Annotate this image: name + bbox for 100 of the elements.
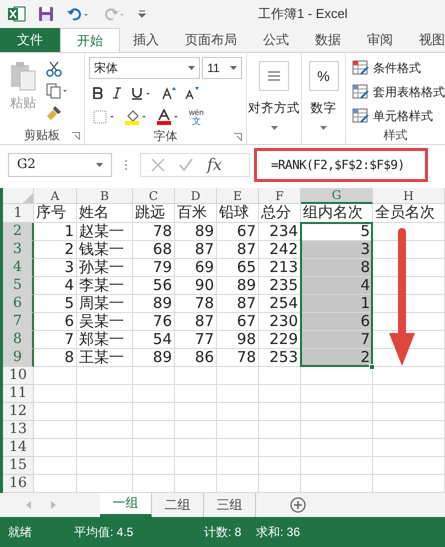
ribbon-tab[interactable]: 视图	[406, 28, 445, 52]
table-cell: 李某一	[77, 277, 133, 295]
cell-style-icon	[352, 108, 370, 124]
table-cell: 235	[259, 277, 301, 295]
table-cell: 总分	[259, 204, 301, 223]
table-cell: 1	[34, 223, 77, 241]
underline-icon[interactable]	[131, 86, 153, 100]
row-header[interactable]: 8	[3, 331, 34, 349]
row-header[interactable]: 12	[3, 403, 34, 421]
bold-icon[interactable]	[93, 87, 103, 99]
table-cell	[34, 421, 77, 439]
save-icon[interactable]	[38, 6, 54, 22]
table-cell	[34, 457, 77, 475]
style-menu-button[interactable]: 条件格式	[352, 58, 445, 78]
file-menu-button[interactable]: 文件	[0, 28, 60, 52]
font-color-icon[interactable]	[157, 109, 181, 125]
row-header[interactable]: 11	[3, 385, 34, 403]
row-header[interactable]: 10	[3, 367, 34, 385]
conditional-format-icon	[352, 60, 370, 76]
table-cell: 79	[133, 259, 175, 277]
table-cell	[373, 421, 445, 439]
row-header[interactable]: 3	[3, 241, 34, 259]
table-cell: 68	[133, 241, 175, 259]
sheet-tab[interactable]: 一组	[100, 492, 152, 517]
shrink-font-icon[interactable]	[185, 86, 199, 100]
number-format-button[interactable]: % 数字	[308, 61, 338, 130]
add-sheet-icon[interactable]	[290, 497, 306, 513]
table-cell	[217, 385, 259, 403]
undo-icon[interactable]	[66, 7, 90, 21]
grip-icon	[124, 159, 128, 171]
table-cell	[34, 439, 77, 457]
row-header[interactable]: 4	[3, 259, 34, 277]
table-cell	[133, 457, 175, 475]
table-cell: 孙某一	[77, 259, 133, 277]
name-box[interactable]: G2	[8, 153, 112, 177]
font-size-field[interactable]: 11	[202, 57, 242, 79]
ribbon-tab[interactable]: 开始	[60, 28, 120, 52]
table-cell: 1	[301, 295, 373, 313]
insert-function-button[interactable]: fx	[207, 153, 222, 177]
row-header[interactable]: 2	[3, 223, 34, 241]
ribbon-tab[interactable]: 数据	[302, 28, 354, 52]
table-cell: 7	[301, 331, 373, 349]
ribbon-tab[interactable]: 审阅	[354, 28, 406, 52]
table-cell: 56	[133, 277, 175, 295]
table-cell: 67	[217, 313, 259, 331]
table-cell	[77, 403, 133, 421]
row-header[interactable]: 16	[3, 475, 34, 493]
status-text: 求和: 36	[256, 524, 300, 541]
dropdown-icon	[188, 66, 196, 70]
grow-font-icon[interactable]	[162, 86, 176, 100]
group-label: 样式	[384, 127, 408, 144]
alignment-button[interactable]: 对齐方式	[248, 61, 300, 130]
fill-color-icon[interactable]	[125, 109, 149, 125]
row-header[interactable]: 15	[3, 457, 34, 475]
ribbon-tab[interactable]: 公式	[250, 28, 302, 52]
row-header[interactable]: 14	[3, 439, 34, 457]
excel-logo-icon	[8, 6, 26, 22]
table-cell: 全员名次	[373, 204, 445, 223]
table-cell	[133, 367, 175, 385]
table-cell: 87	[175, 241, 217, 259]
row-header[interactable]: 5	[3, 277, 34, 295]
table-cell: 229	[259, 331, 301, 349]
table-cell	[77, 385, 133, 403]
italic-icon[interactable]	[112, 87, 122, 99]
table-cell: 76	[133, 313, 175, 331]
table-cell: 6	[34, 313, 77, 331]
table-cell: 69	[175, 259, 217, 277]
font-name-field[interactable]: 宋体	[89, 57, 200, 79]
status-text: 计数: 8	[204, 524, 242, 541]
row-header[interactable]: 6	[3, 295, 34, 313]
table-cell	[175, 385, 217, 403]
table-cell: 王某一	[77, 349, 133, 367]
table-cell	[259, 385, 301, 403]
column-header[interactable]: G	[301, 188, 373, 204]
phonetic-text: 文	[192, 116, 201, 126]
row-header[interactable]: 9	[3, 349, 34, 367]
table-cell: 5	[34, 295, 77, 313]
row-header[interactable]: 7	[3, 313, 34, 331]
customize-icon[interactable]	[138, 9, 146, 19]
dialog-launcher-icon[interactable]	[234, 133, 242, 141]
fill-handle[interactable]	[369, 364, 375, 370]
table-cell: 姓名	[77, 204, 133, 223]
copy-icon[interactable]	[46, 83, 68, 99]
table-cell: 87	[175, 313, 217, 331]
percent-icon: %	[308, 61, 338, 91]
group-label: 剪贴板	[24, 127, 60, 144]
table-cell	[259, 439, 301, 457]
borders-icon[interactable]	[93, 110, 117, 124]
style-menu-button[interactable]: 单元格样式	[352, 106, 445, 126]
table-cell: 2	[34, 241, 77, 259]
table-cell	[77, 457, 133, 475]
ribbon-tab[interactable]: 页面布局	[172, 28, 250, 52]
ribbon-tab[interactable]: 插入	[120, 28, 172, 52]
formula-field[interactable]: =RANK(F2,$F$2:$F$9)	[254, 148, 428, 182]
row-header[interactable]: 1	[3, 204, 34, 223]
style-menu-button[interactable]: 套用表格格式	[352, 82, 445, 102]
table-cell	[175, 457, 217, 475]
dialog-launcher-icon[interactable]	[72, 132, 80, 140]
dropdown-icon	[320, 126, 327, 130]
row-header[interactable]: 13	[3, 421, 34, 439]
